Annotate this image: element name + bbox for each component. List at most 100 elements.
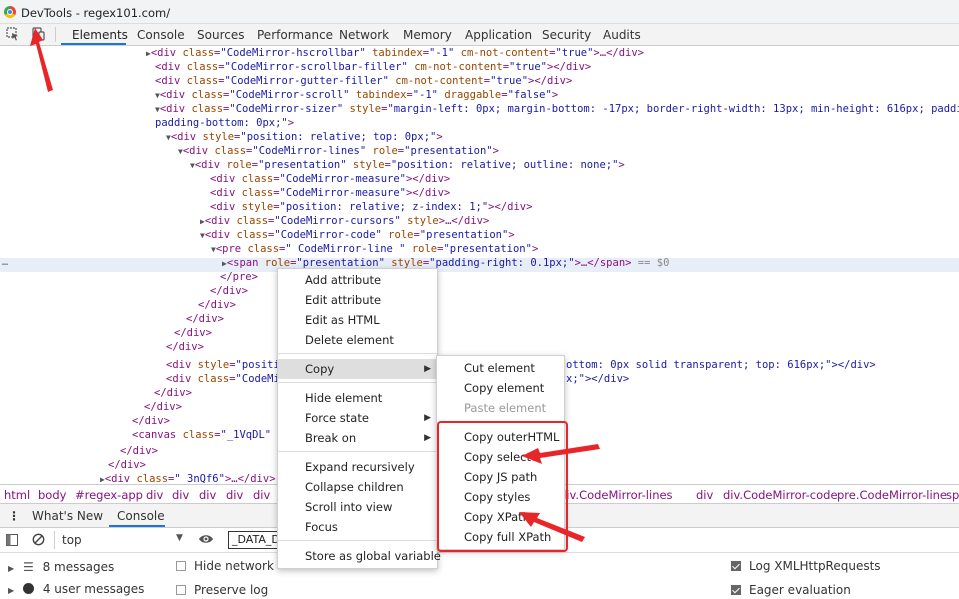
dom-line[interactable]: <div class="CodeMirror-gutter-filler" cm… [155,74,572,88]
live-expression-eye-icon[interactable] [198,533,214,548]
menu-item-force-state[interactable]: Force state ▶ [278,408,437,428]
breadcrumb-item[interactable]: div [199,488,216,502]
dom-line[interactable]: </div> [174,326,212,340]
menu-item-focus[interactable]: Focus [278,517,437,537]
dom-line[interactable]: </div> [198,298,236,312]
menu-separator [278,353,437,354]
log-xhr-checkbox-row[interactable]: Log XMLHttpRequests [731,559,881,573]
dom-line[interactable]: ▶<div class="_3nQf6">…</div> [100,472,276,484]
sidebar-toggle-icon[interactable] [6,534,18,549]
dom-line[interactable]: ▼<div class="CodeMirror-lines" role="pre… [178,144,499,158]
tab-memory[interactable]: Memory [403,28,452,42]
context-selector[interactable]: top [62,533,82,547]
breadcrumb-item[interactable]: div [253,488,270,502]
breadcrumb-item[interactable]: div [172,488,189,502]
dom-line[interactable]: <div class="CodeMirror-scrollbar-filler"… [155,60,591,74]
dom-line[interactable]: <div style="positio [166,358,286,372]
breadcrumb-item[interactable]: body [38,488,66,502]
preserve-log-checkbox[interactable] [176,585,186,595]
expand-arrow-icon: ▶ [8,564,15,573]
clear-console-icon[interactable] [32,533,45,549]
drawer-menu-icon[interactable]: ⋮ [8,509,20,523]
menu-item-break-on[interactable]: Break on ▶ [278,428,437,448]
breadcrumb-item[interactable]: #regex-app [75,488,143,502]
breadcrumb-item[interactable]: pre.CodeMirror-line [837,488,947,502]
eager-evaluation-checkbox[interactable] [731,585,741,595]
dom-line[interactable]: <div style="position: relative; z-index:… [210,200,532,214]
tab-application[interactable]: Application [465,28,532,42]
breadcrumb-item[interactable]: div [696,488,713,502]
toolbar-divider [54,531,55,549]
menu-item-paste-element: Paste element [464,401,547,415]
menu-item-cut-element[interactable]: Cut element [437,358,564,378]
menu-separator [278,382,437,383]
breadcrumb-item[interactable]: div.CodeMirror-code [723,488,838,502]
tab-whats-new[interactable]: What's New [32,509,103,523]
dom-line[interactable]: </div> [144,400,182,414]
eager-evaluation-checkbox-row[interactable]: Eager evaluation [731,583,851,597]
user-messages-count: 4 user messages [42,582,145,596]
inspect-element-icon[interactable] [6,27,20,41]
menu-item-expand-recursively[interactable]: Expand recursively [278,457,437,477]
preserve-log-label: Preserve log [194,583,269,597]
dom-line[interactable]: </div> [154,386,192,400]
menu-item-edit-attribute[interactable]: Edit attribute [278,290,437,310]
tab-sources[interactable]: Sources [197,28,244,42]
menu-item-collapse-children[interactable]: Collapse children [278,477,437,497]
tab-network[interactable]: Network [339,28,389,42]
dom-line[interactable]: ▼<div class="CodeMirror-scroll" tabindex… [155,88,558,102]
dom-line[interactable]: </div> [210,284,248,298]
dom-line[interactable]: ▼<div role="presentation" style="positio… [190,158,625,172]
tab-security[interactable]: Security [542,28,591,42]
tab-drawer-console[interactable]: Console [117,509,165,523]
menu-item-store-as-global[interactable]: Store as global variable [278,546,441,566]
menu-item-add-attribute[interactable]: Add attribute [278,270,437,290]
menu-item-copy[interactable]: Copy ▶ [278,359,437,379]
dom-line[interactable]: <canvas class="_1VqDL" w [132,428,284,442]
dom-line[interactable]: </div> [166,340,204,354]
hide-network-checkbox[interactable] [176,561,186,571]
breadcrumb-item[interactable]: html [4,488,30,502]
tab-console[interactable]: Console [137,28,185,42]
breadcrumb-item[interactable]: div.CodeMirror-lines [559,488,673,502]
menu-item-copy-element[interactable]: Copy element [437,378,564,398]
menu-item-scroll-into-view[interactable]: Scroll into view [278,497,437,517]
dom-line[interactable]: </div> [120,444,158,458]
dom-line[interactable]: ▼<pre class=" CodeMirror-line " role="pr… [211,242,538,256]
preserve-log-checkbox-row[interactable]: Preserve log [176,583,268,597]
hide-network-checkbox-row[interactable]: Hide network [176,559,274,573]
menu-item-edit-as-html[interactable]: Edit as HTML [278,310,437,330]
dom-line[interactable]: </div> [132,414,170,428]
tab-elements[interactable]: Elements [72,28,128,42]
breadcrumb-item[interactable]: spa [946,488,959,502]
expand-arrow-icon: ▶ [8,586,15,595]
breadcrumb-item[interactable]: div [226,488,243,502]
breadcrumb-item[interactable]: div [146,488,163,502]
tab-audits[interactable]: Audits [603,28,641,42]
menu-item-hide-element[interactable]: Hide element [278,388,437,408]
dom-line[interactable]: ▼<div class="CodeMirror-sizer" style="ma… [155,102,959,116]
dom-line[interactable]: <div class="CodeMirror-measure"></div> [210,186,450,200]
dom-line[interactable]: ▶<div class="CodeMirror-cursors" style>…… [200,214,489,228]
node-actions-ellipsis[interactable]: … [2,257,8,268]
hide-network-label: Hide network [194,559,274,573]
dom-line[interactable]: </pre> [220,270,258,284]
context-dropdown-icon[interactable]: ▼ [176,533,183,543]
tab-performance[interactable]: Performance [257,28,333,42]
log-xhr-checkbox[interactable] [731,561,741,571]
user-messages-row[interactable]: ▶ 4 user messages [8,582,144,596]
dom-line[interactable]: ▶<div class="CodeMirror-hscrollbar" tabi… [146,46,644,60]
dom-line[interactable]: <div class="CodeMirror-measure"></div> [210,172,450,186]
menu-item-delete-element[interactable]: Delete element [278,330,437,350]
dom-line[interactable]: </div> [186,312,224,326]
dom-line[interactable]: ▼<div style="position: relative; top: 0p… [166,130,443,144]
dom-line[interactable]: padding-bottom: 0px;"> [155,116,294,130]
messages-row[interactable]: ▶ ☰ 8 messages [8,560,114,574]
dom-line[interactable]: <div class="CodeMir [166,372,286,386]
dom-line[interactable]: ▼<div class="CodeMirror-code" role="pres… [200,228,515,242]
dom-line[interactable]: </div> [108,458,146,472]
device-toolbar-icon[interactable] [31,27,45,41]
messages-count: 8 messages [42,560,115,574]
log-xhr-label: Log XMLHttpRequests [749,559,881,573]
chrome-icon [4,6,16,18]
